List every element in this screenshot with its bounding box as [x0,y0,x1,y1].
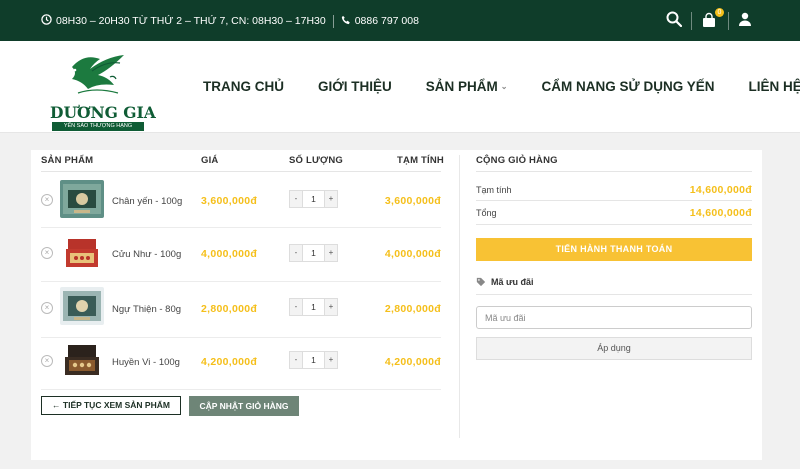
coupon-code-input[interactable] [476,306,752,329]
divider [476,294,752,295]
col-header-subtotal: TẠM TÍNH [397,155,444,166]
total-value: 14,600,000đ [689,207,752,219]
divider [691,12,692,30]
subtotal-label: Tạm tính [476,185,512,195]
coupon-heading: Mã ưu đãi [476,277,534,287]
cart-totals-title: CỘNG GIỎ HÀNG [476,155,558,166]
product-subtotal: 3,600,000đ [384,195,441,207]
product-name[interactable]: Chân yến - 100g [112,196,182,207]
site-logo[interactable]: DƯƠNG GIA YẾN SÀO THƯỢNG HẠNG [48,49,156,131]
phone-icon [341,15,351,28]
chevron-down-icon: ⌄ [500,82,508,91]
quantity-minus-button[interactable]: - [290,245,302,261]
subtotal-value: 14,600,000đ [689,184,752,196]
product-subtotal: 2,800,000đ [384,303,441,315]
checkout-button[interactable]: TIẾN HÀNH THANH TOÁN [476,238,752,261]
quantity-minus-button[interactable]: - [290,352,302,368]
quantity-input[interactable]: 1 [302,299,325,315]
divider [332,14,334,28]
quantity-minus-button[interactable]: - [290,191,302,207]
product-price: 2,800,000đ [201,303,258,315]
product-price: 4,200,000đ [201,356,258,368]
coupon-heading-label: Mã ưu đãi [491,277,534,287]
apply-coupon-button[interactable]: Áp dụng [476,337,752,360]
opening-hours: 08H30 – 20H30 TỪ THỨ 2 – THỨ 7, CN: 08H3… [56,15,326,27]
quantity-input[interactable]: 1 [302,352,325,368]
update-cart-button[interactable]: CẬP NHẬT GIỎ HÀNG [189,396,299,416]
cart-row: × Chân yến - 100g 3,600,000đ - 1 + 3,600… [41,172,441,228]
cart-button[interactable]: 0 [701,8,724,30]
tag-icon [476,277,486,287]
product-subtotal: 4,000,000đ [384,248,441,260]
brand-name: DƯƠNG GIA [50,103,156,122]
quantity-stepper: - 1 + [289,190,338,208]
total-label: Tổng [476,208,497,218]
quantity-plus-button[interactable]: + [325,299,337,315]
product-price: 4,000,000đ [201,248,258,260]
quantity-stepper: - 1 + [289,351,338,369]
product-thumbnail[interactable] [60,235,104,273]
quantity-stepper: - 1 + [289,244,338,262]
cart-card: SẢN PHẨM GIÁ SỐ LƯỢNG TẠM TÍNH × Chân yế… [31,150,762,460]
clock-icon [41,14,52,28]
divider [476,200,752,201]
cart-row: × Cửu Như - 100g 4,000,000đ - 1 + 4,000,… [41,228,441,282]
divider [476,224,752,225]
remove-icon[interactable]: × [41,194,53,206]
col-header-price: GIÁ [201,155,219,166]
brand-slogan: YẾN SÀO THƯỢNG HẠNG [52,122,144,131]
quantity-plus-button[interactable]: + [325,191,337,207]
product-thumbnail[interactable] [60,342,104,380]
remove-icon[interactable]: × [41,302,53,314]
user-icon[interactable] [738,12,752,31]
divider [476,171,752,172]
nav-products-label: SẢN PHẨM [425,79,498,94]
nav-guide[interactable]: CẨM NANG SỬ DỤNG YẾN [542,79,715,94]
contact-info: 08H30 – 20H30 TỪ THỨ 2 – THỨ 7, CN: 08H3… [41,14,419,28]
quantity-plus-button[interactable]: + [325,245,337,261]
nav-products[interactable]: SẢN PHẨM ⌄ [426,79,508,94]
search-icon[interactable] [666,11,683,32]
quantity-stepper: - 1 + [289,298,338,316]
topbar-actions: 0 [666,8,752,32]
remove-icon[interactable]: × [41,247,53,259]
product-name[interactable]: Huyền Vi - 100g [112,357,180,368]
bird-logo-icon [72,55,124,94]
product-thumbnail[interactable] [60,180,104,218]
col-header-quantity: SỐ LƯỢNG [289,155,344,166]
col-header-product: SẢN PHẨM [41,155,94,166]
nav-contact[interactable]: LIÊN HỆ [748,79,800,94]
main-nav: TRANG CHỦ GIỚI THIỆU SẢN PHẨM ⌄ CẨM NANG… [203,79,800,94]
phone-number[interactable]: 0886 797 008 [355,15,419,27]
nav-about[interactable]: GIỚI THIỆU [318,79,392,94]
quantity-input[interactable]: 1 [302,191,325,207]
remove-icon[interactable]: × [41,355,53,367]
product-subtotal: 4,200,000đ [384,356,441,368]
site-header: DƯƠNG GIA YẾN SÀO THƯỢNG HẠNG TRANG CHỦ … [0,41,800,133]
divider [728,12,729,30]
quantity-plus-button[interactable]: + [325,352,337,368]
column-divider [459,155,460,438]
nav-home[interactable]: TRANG CHỦ [203,79,284,94]
top-bar: 08H30 – 20H30 TỪ THỨ 2 – THỨ 7, CN: 08H3… [0,0,800,41]
continue-shopping-button[interactable]: ← TIẾP TỤC XEM SẢN PHẨM [41,396,181,415]
cart-row: × Ngự Thiện - 80g 2,800,000đ - 1 + 2,800… [41,282,441,338]
quantity-input[interactable]: 1 [302,245,325,261]
cart-row: × Huyền Vi - 100g 4,200,000đ - 1 + 4,200… [41,338,441,390]
product-name[interactable]: Cửu Như - 100g [112,249,181,260]
cart-count-badge: 0 [715,8,724,17]
product-price: 3,600,000đ [201,195,258,207]
product-thumbnail[interactable] [60,287,104,325]
quantity-minus-button[interactable]: - [290,299,302,315]
product-name[interactable]: Ngự Thiện - 80g [112,304,181,315]
